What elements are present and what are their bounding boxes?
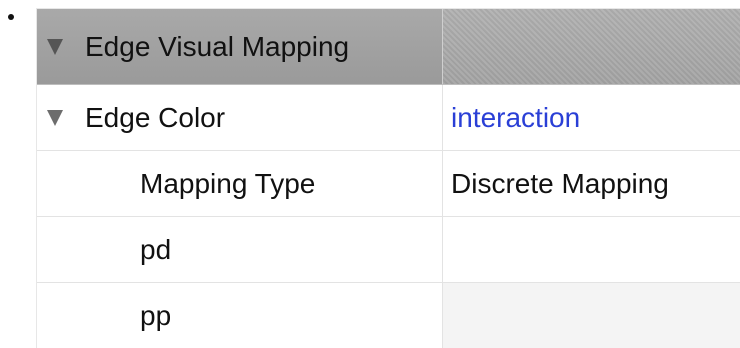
mapping-type-value-cell[interactable]: Discrete Mapping bbox=[443, 151, 740, 216]
mapping-type-label-cell: Mapping Type bbox=[37, 151, 443, 216]
mapping-type-value[interactable]: Discrete Mapping bbox=[451, 168, 669, 200]
mapping-type-label: Mapping Type bbox=[140, 167, 316, 199]
bullet-marker bbox=[8, 14, 14, 20]
pd-value-cell[interactable] bbox=[443, 217, 740, 282]
pp-label: pp bbox=[140, 299, 172, 331]
disclosure-triangle-icon[interactable] bbox=[47, 38, 63, 55]
edge-color-label: Edge Color bbox=[85, 101, 226, 133]
edge-color-label-cell[interactable]: Edge Color bbox=[37, 85, 443, 150]
pd-row[interactable]: pd bbox=[37, 217, 740, 283]
disclosure-triangle-icon[interactable] bbox=[47, 109, 63, 126]
pp-value-cell[interactable] bbox=[443, 283, 740, 348]
edge-color-row[interactable]: Edge Color interaction bbox=[37, 85, 740, 151]
edge-visual-mapping-label-cell[interactable]: Edge Visual Mapping bbox=[37, 9, 443, 84]
mapping-type-row[interactable]: Mapping Type Discrete Mapping bbox=[37, 151, 740, 217]
pd-label: pd bbox=[140, 233, 172, 265]
edge-visual-mapping-row[interactable]: Edge Visual Mapping bbox=[37, 9, 740, 85]
pp-row[interactable]: pp bbox=[37, 283, 740, 348]
edge-visual-mapping-value-cell bbox=[443, 9, 740, 84]
visual-mapping-property-sheet: Edge Visual Mapping Edge Color interacti… bbox=[36, 8, 740, 348]
edge-color-value[interactable]: interaction bbox=[451, 102, 580, 134]
edge-visual-mapping-label: Edge Visual Mapping bbox=[85, 30, 350, 62]
pp-label-cell: pp bbox=[37, 283, 443, 348]
pd-label-cell: pd bbox=[37, 217, 443, 282]
edge-color-value-cell[interactable]: interaction bbox=[443, 85, 740, 150]
